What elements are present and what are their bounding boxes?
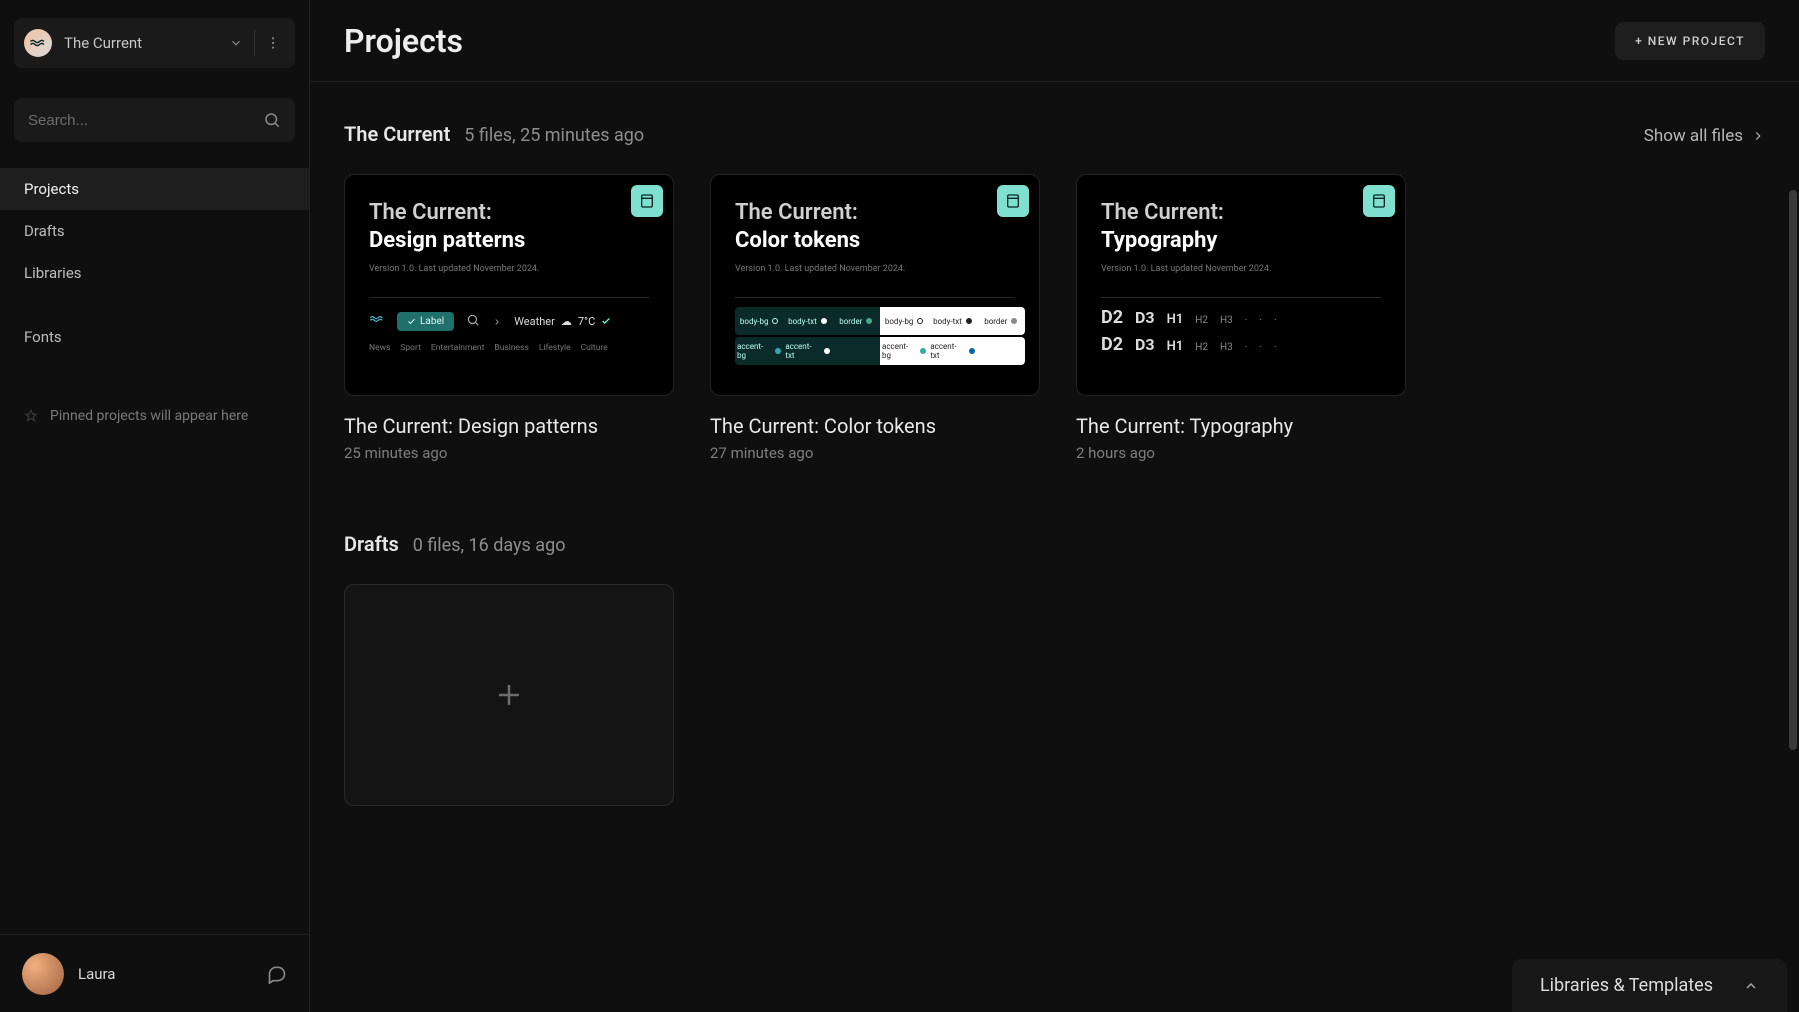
- thumb-label-chip: Label: [397, 312, 454, 331]
- sidebar-item-label: Fonts: [24, 328, 62, 346]
- file-updated: 27 minutes ago: [710, 444, 1040, 462]
- thumb-title-line2: Typography: [1101, 227, 1381, 255]
- search-field[interactable]: [14, 98, 295, 142]
- wave-icon: [369, 311, 385, 331]
- show-all-files-label: Show all files: [1644, 126, 1743, 146]
- thumb-title-line1: The Current:: [1101, 199, 1381, 227]
- library-badge-icon: [631, 185, 663, 217]
- workspace-logo: [24, 29, 52, 57]
- chevron-right-icon: [1751, 129, 1765, 143]
- comment-icon[interactable]: [267, 964, 287, 984]
- drafts-updated: 16 days ago: [469, 535, 566, 556]
- user-name: Laura: [78, 965, 267, 983]
- file-title: The Current: Typography: [1076, 414, 1406, 438]
- search-input[interactable]: [28, 112, 263, 129]
- thumb-version: Version 1.0. Last updated November 2024.: [1101, 264, 1381, 274]
- scrollbar-thumb[interactable]: [1789, 190, 1797, 750]
- workspace-switcher[interactable]: The Current: [14, 18, 295, 68]
- pinned-empty: Pinned projects will appear here: [0, 408, 309, 424]
- show-all-files-link[interactable]: Show all files: [1644, 126, 1765, 146]
- libraries-templates-panel[interactable]: Libraries & Templates: [1512, 959, 1787, 1012]
- sidebar-item-label: Libraries: [24, 264, 82, 282]
- file-card[interactable]: The Current: Typography Version 1.0. Las…: [1076, 174, 1406, 462]
- search-icon[interactable]: [263, 111, 281, 129]
- library-badge-icon: [1363, 185, 1395, 217]
- sidebar-item-label: Projects: [24, 180, 79, 198]
- sidebar-item-projects[interactable]: Projects: [0, 168, 309, 210]
- chevron-down-icon[interactable]: [222, 29, 250, 57]
- thumb-version: Version 1.0. Last updated November 2024.: [735, 264, 1015, 274]
- thumb-title-line2: Design patterns: [369, 227, 649, 255]
- divider: [254, 30, 255, 56]
- new-file-button[interactable]: [344, 584, 674, 806]
- project-section-title[interactable]: The Current: [344, 122, 450, 146]
- project-updated: 25 minutes ago: [520, 125, 644, 146]
- workspace-name: The Current: [64, 34, 222, 52]
- new-project-button[interactable]: + NEW PROJECT: [1615, 22, 1765, 60]
- chevron-right-icon: [492, 312, 502, 331]
- cloud-icon: ☁: [561, 315, 572, 328]
- more-icon[interactable]: [259, 29, 287, 57]
- page-title: Projects: [344, 22, 463, 60]
- file-updated: 2 hours ago: [1076, 444, 1406, 462]
- thumb-title-line1: The Current:: [369, 199, 649, 227]
- library-badge-icon: [997, 185, 1029, 217]
- thumb-title-line2: Color tokens: [735, 227, 1015, 255]
- file-card[interactable]: The Current: Design patterns Version 1.0…: [344, 174, 674, 462]
- thumb-version: Version 1.0. Last updated November 2024.: [369, 264, 649, 274]
- thumb-title-line1: The Current:: [735, 199, 1015, 227]
- search-icon: [466, 312, 480, 331]
- sidebar-item-libraries[interactable]: Libraries: [0, 252, 309, 294]
- file-title: The Current: Design patterns: [344, 414, 674, 438]
- new-project-label: + NEW PROJECT: [1635, 34, 1745, 48]
- plus-icon: [494, 680, 524, 710]
- project-file-count: 5 files,: [464, 125, 515, 146]
- drafts-section-title[interactable]: Drafts: [344, 532, 399, 556]
- sidebar-item-label: Drafts: [24, 222, 65, 240]
- avatar[interactable]: [22, 953, 64, 995]
- check-icon: [601, 316, 611, 326]
- pin-icon: [24, 409, 38, 423]
- file-title: The Current: Color tokens: [710, 414, 1040, 438]
- file-updated: 25 minutes ago: [344, 444, 674, 462]
- chevron-up-icon: [1743, 978, 1759, 994]
- sidebar-item-drafts[interactable]: Drafts: [0, 210, 309, 252]
- file-card[interactable]: The Current: Color tokens Version 1.0. L…: [710, 174, 1040, 462]
- libraries-templates-label: Libraries & Templates: [1540, 975, 1713, 996]
- pinned-empty-text: Pinned projects will appear here: [50, 408, 248, 424]
- sidebar-item-fonts[interactable]: Fonts: [0, 316, 309, 358]
- drafts-file-count: 0 files,: [413, 535, 464, 556]
